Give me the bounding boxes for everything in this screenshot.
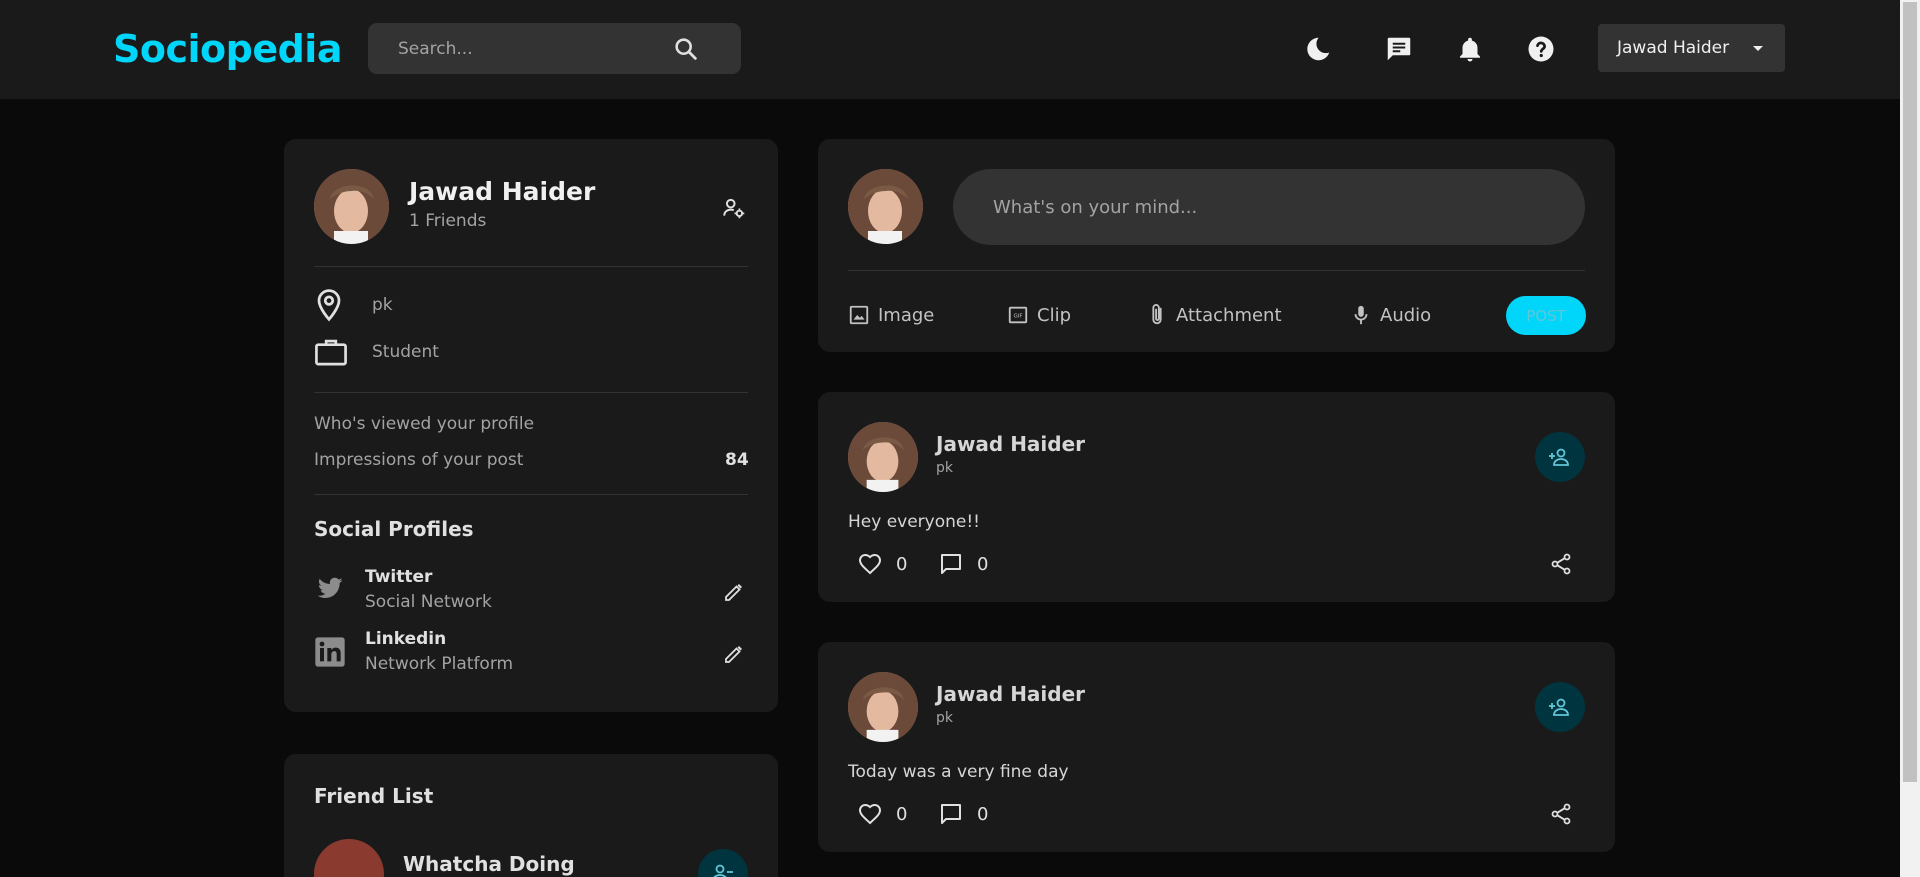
post-text: Today was a very fine day [848,762,1069,782]
post-composer-card: Image GIF Clip Attachment Audio POST [818,139,1615,352]
microphone-icon [1354,305,1368,325]
comment-stat[interactable]: 0 [939,553,988,575]
social-desc: Network Platform [365,654,514,674]
attachment-action-label: Attachment [1176,304,1282,326]
brand-logo[interactable]: Sociopedia [113,26,342,72]
post-author-name[interactable]: Jawad Haider [936,682,1085,706]
divider [848,270,1585,271]
post-author-location: pk [936,710,953,726]
friend-name[interactable]: Whatcha Doing [403,852,575,876]
profile-location: pk [372,295,393,315]
attachment-action[interactable]: Attachment [1146,300,1282,330]
post-input[interactable] [953,169,1585,245]
image-icon [849,305,869,325]
heart-icon [858,553,882,575]
avatar-image [848,672,918,742]
friend-list-title: Friend List [314,784,434,808]
divider [314,494,748,495]
post-author-location: pk [936,460,953,476]
notifications-icon[interactable] [1455,34,1485,64]
image-action-label: Image [878,304,935,326]
friend-list-card: Friend List Whatcha Doing [284,754,778,877]
edit-icon[interactable] [722,642,746,666]
profile-views-label: Who's viewed your profile [314,414,535,434]
like-count: 0 [896,803,908,825]
manage-accounts-icon[interactable] [721,195,747,221]
edit-icon[interactable] [722,580,746,604]
person-remove-icon [713,864,733,877]
svg-text:GIF: GIF [1013,313,1022,319]
audio-action-label: Audio [1380,304,1432,326]
post-author-avatar[interactable] [848,672,918,742]
post-author-avatar[interactable] [848,422,918,492]
share-icon[interactable] [1549,802,1573,826]
scrollbar-thumb[interactable] [1903,2,1917,782]
social-name: Twitter [365,567,433,587]
impressions-label: Impressions of your post [314,450,524,470]
comment-stat[interactable]: 0 [939,803,988,825]
like-stat[interactable]: 0 [858,803,907,825]
divider [314,266,748,267]
twitter-icon [317,577,343,598]
image-action[interactable]: Image [848,300,934,330]
comment-icon [941,804,961,824]
profile-name[interactable]: Jawad Haider [409,177,595,206]
person-add-icon [1549,698,1569,716]
friends-count: 1 Friends [409,211,487,231]
share-icon[interactable] [1549,552,1573,576]
attachment-icon [1152,304,1162,325]
clip-action[interactable]: GIF Clip [1007,300,1071,330]
avatar-image [848,169,923,244]
like-count: 0 [896,553,908,575]
gif-icon: GIF [1008,306,1028,324]
user-select[interactable]: Jawad Haider [1598,24,1785,72]
linkedin-icon [315,637,345,667]
social-name: Linkedin [365,629,447,649]
profile-occupation: Student [372,342,439,362]
comment-icon [941,554,961,574]
message-icon[interactable] [1384,34,1414,64]
chevron-down-icon [1753,46,1763,51]
profile-avatar[interactable] [314,169,389,244]
clip-action-label: Clip [1037,304,1071,326]
social-profiles-title: Social Profiles [314,517,474,541]
avatar-image [314,169,389,244]
add-friend-button[interactable] [1535,432,1585,482]
post-card: Jawad Haider pk Today was a very fine da… [818,642,1615,852]
profile-card: Jawad Haider 1 Friends pk Student Who's … [284,139,778,712]
remove-friend-button[interactable] [698,849,748,877]
top-navbar: Sociopedia Jawad Haider [0,0,1900,99]
comment-count: 0 [977,553,989,575]
composer-avatar [848,169,923,244]
location-icon [317,289,341,322]
audio-action[interactable]: Audio [1350,300,1431,330]
person-add-icon [1549,448,1569,466]
search-input[interactable] [398,23,678,74]
user-select-value: Jawad Haider [1617,38,1730,58]
comment-count: 0 [977,803,989,825]
work-icon [315,339,347,366]
dark-mode-icon[interactable] [1303,34,1333,64]
avatar-image [848,422,918,492]
post-text: Hey everyone!! [848,512,980,532]
like-stat[interactable]: 0 [858,553,907,575]
social-desc: Social Network [365,592,492,612]
heart-icon [858,803,882,825]
impressions-value: 84 [725,450,749,470]
search-icon[interactable] [672,35,700,63]
divider [314,392,748,393]
add-friend-button[interactable] [1535,682,1585,732]
post-author-name[interactable]: Jawad Haider [936,432,1085,456]
help-icon[interactable] [1526,34,1556,64]
friend-avatar[interactable] [314,839,384,877]
post-button[interactable]: POST [1506,296,1586,335]
post-card: Jawad Haider pk Hey everyone!! 0 0 [818,392,1615,602]
